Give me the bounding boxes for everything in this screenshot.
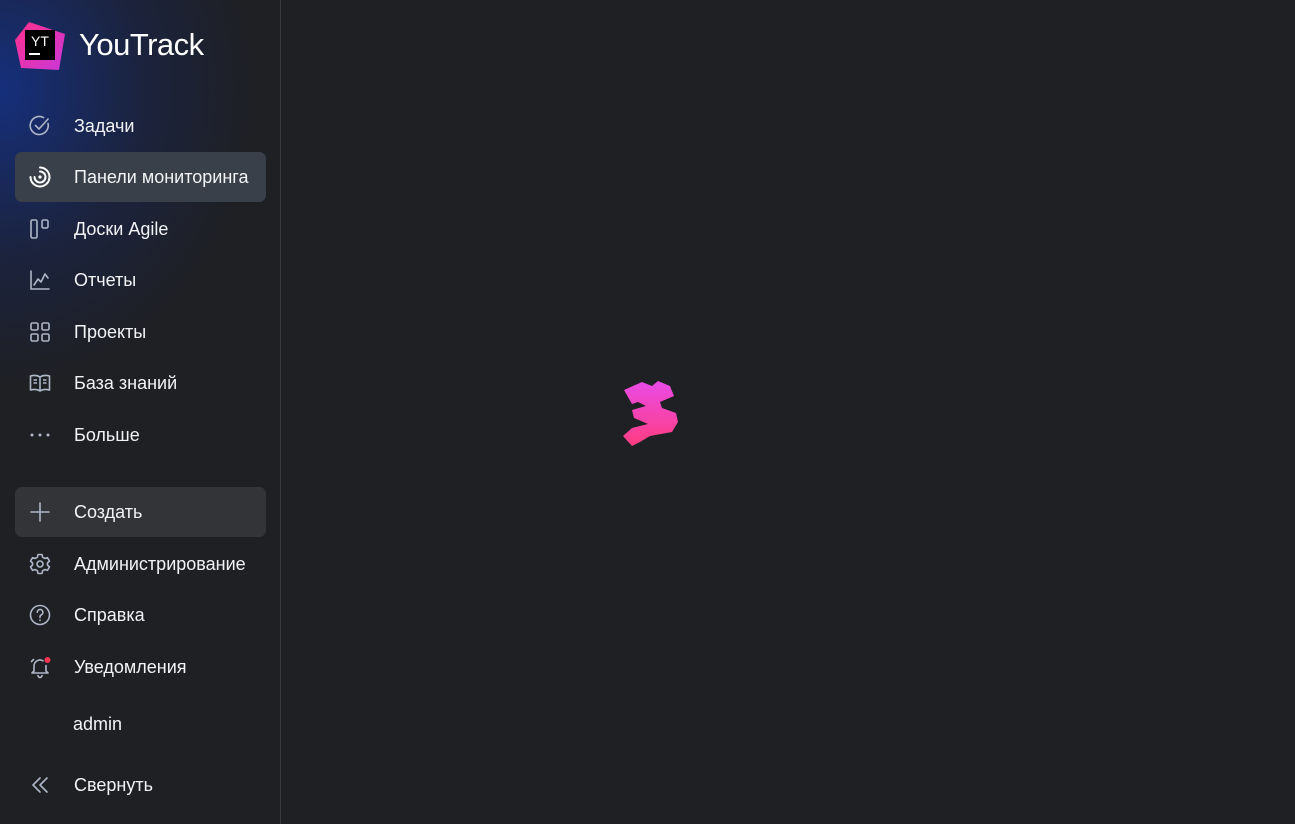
plus-icon — [15, 487, 65, 537]
agile-board-icon — [15, 204, 65, 254]
collapse-sidebar-button[interactable]: Свернуть — [15, 760, 266, 810]
youtrack-loader-icon — [620, 380, 682, 448]
notification-dot — [44, 657, 51, 663]
create-button[interactable]: Создать — [15, 487, 266, 537]
sidebar-item-label: Панели мониторинга — [74, 166, 249, 187]
app-window: YT YouTrack Задачи Панели мониторинга До… — [0, 0, 1295, 824]
knowledge-base-book-icon — [15, 358, 65, 408]
check-circle-icon — [15, 101, 65, 151]
sidebar-item-dashboards[interactable]: Панели мониторинга — [15, 152, 266, 202]
collapse-label: Свернуть — [74, 774, 153, 795]
help-icon — [15, 590, 65, 640]
projects-grid-icon — [15, 307, 65, 357]
dashboard-icon — [15, 152, 65, 202]
svg-text:YT: YT — [31, 33, 49, 49]
app-logo[interactable]: YT YouTrack — [15, 19, 204, 71]
app-name: YouTrack — [79, 27, 204, 62]
sidebar-item-help[interactable]: Справка — [15, 590, 266, 640]
sidebar-item-label: Отчеты — [74, 269, 137, 290]
main-content — [282, 0, 1295, 824]
sidebar-item-reports[interactable]: Отчеты — [15, 255, 266, 305]
sidebar-item-administration[interactable]: Администрирование — [15, 539, 266, 589]
bell-icon — [15, 642, 65, 692]
reports-chart-icon — [15, 255, 65, 305]
sidebar-item-label: Администрирование — [74, 553, 246, 574]
sidebar-item-label: Больше — [74, 424, 140, 445]
user-menu-button[interactable]: admin — [73, 714, 122, 735]
sidebar-item-label: Справка — [74, 604, 145, 625]
sidebar-item-projects[interactable]: Проекты — [15, 307, 266, 357]
sidebar-item-label: База знаний — [74, 372, 178, 393]
create-button-label: Создать — [74, 501, 143, 522]
sidebar: YT YouTrack Задачи Панели мониторинга До… — [0, 0, 281, 824]
gear-icon — [15, 539, 65, 589]
sidebar-item-more[interactable]: Больше — [15, 410, 266, 460]
sidebar-item-notifications[interactable]: Уведомления — [15, 642, 266, 692]
sidebar-item-label: Задачи — [74, 115, 135, 136]
sidebar-item-knowledge-base[interactable]: База знаний — [15, 358, 266, 408]
sidebar-item-label: Уведомления — [74, 656, 187, 677]
double-chevron-left-icon — [15, 760, 65, 810]
sidebar-item-label: Проекты — [74, 321, 147, 342]
sidebar-item-label: Доски Agile — [74, 218, 169, 239]
youtrack-logo-icon: YT — [15, 20, 65, 70]
sidebar-item-agile-boards[interactable]: Доски Agile — [15, 204, 266, 254]
more-dots-icon — [15, 410, 65, 460]
sidebar-item-tasks[interactable]: Задачи — [15, 101, 266, 151]
